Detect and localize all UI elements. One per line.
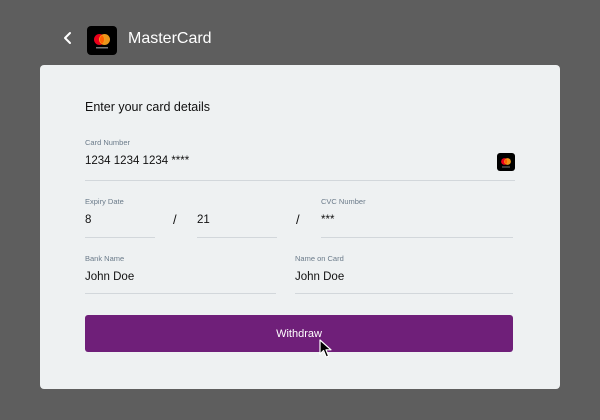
bank-name-label: Bank Name bbox=[85, 254, 125, 263]
expiry-separator: / bbox=[173, 212, 177, 227]
name-on-card-input[interactable]: John Doe bbox=[295, 271, 344, 283]
card-number-underline bbox=[85, 180, 515, 181]
card-number-input[interactable]: 1234 1234 1234 **** bbox=[85, 155, 189, 167]
header-bar: MasterCard bbox=[0, 0, 600, 65]
cvc-number-label: CVC Number bbox=[321, 197, 366, 206]
expiry-month-input[interactable]: 8 bbox=[85, 214, 91, 226]
mouse-cursor-icon bbox=[319, 339, 337, 359]
cvc-underline bbox=[321, 237, 513, 238]
withdraw-button[interactable]: Withdraw bbox=[85, 315, 513, 352]
bank-name-input[interactable]: John Doe bbox=[85, 271, 134, 283]
expiry-year-underline bbox=[197, 237, 277, 238]
expiry-date-label: Expiry Date bbox=[85, 197, 124, 206]
page-title: MasterCard bbox=[128, 30, 212, 47]
mastercard-logo-icon bbox=[87, 26, 117, 55]
cvc-separator: / bbox=[296, 212, 300, 227]
cvc-number-input[interactable]: *** bbox=[321, 214, 334, 226]
bank-name-underline bbox=[85, 293, 276, 294]
section-title: Enter your card details bbox=[85, 100, 211, 114]
card-details-panel: Enter your card details Card Number 1234… bbox=[40, 65, 560, 389]
name-on-card-label: Name on Card bbox=[295, 254, 344, 263]
back-chevron-svg bbox=[64, 32, 71, 44]
chevron-left-icon[interactable] bbox=[63, 31, 75, 49]
expiry-year-input[interactable]: 21 bbox=[197, 214, 210, 226]
mastercard-logo-icon bbox=[497, 153, 515, 171]
card-number-label: Card Number bbox=[85, 138, 131, 147]
expiry-month-underline bbox=[85, 237, 155, 238]
name-on-card-underline bbox=[295, 293, 513, 294]
